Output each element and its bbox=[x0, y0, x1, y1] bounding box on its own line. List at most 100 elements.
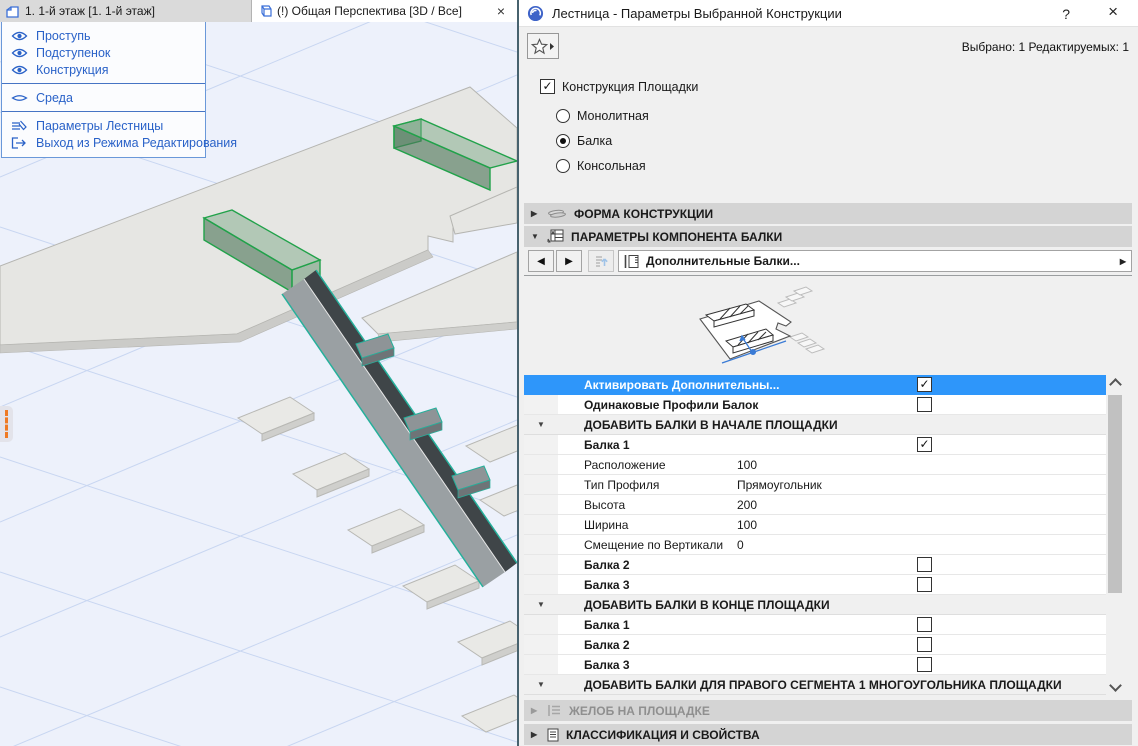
eye-icon bbox=[11, 48, 28, 57]
archicad-logo-icon bbox=[527, 5, 544, 21]
3d-viewport[interactable]: 1. 1-й этаж [1. 1-й этаж] (!) Общая Перс… bbox=[0, 0, 517, 746]
row-label: Тип Профиля bbox=[584, 477, 660, 492]
palette-item-environment[interactable]: Среда bbox=[2, 89, 205, 106]
exit-icon bbox=[11, 136, 26, 149]
favorites-button[interactable] bbox=[527, 33, 559, 59]
next-component-button[interactable]: ▶ bbox=[556, 250, 582, 272]
table-row[interactable]: Расположение 100 bbox=[524, 455, 1106, 475]
star-icon bbox=[531, 37, 548, 54]
row-value[interactable]: 100 bbox=[737, 518, 757, 532]
table-row[interactable]: Балка 2 bbox=[524, 555, 1106, 575]
palette-item-structure[interactable]: Конструкция bbox=[2, 61, 205, 78]
tab-floor-plan[interactable]: 1. 1-й этаж [1. 1-й этаж] bbox=[0, 0, 252, 22]
row-checkbox[interactable] bbox=[917, 557, 932, 572]
close-button[interactable]: × bbox=[1102, 2, 1124, 22]
palette-dock-handle[interactable] bbox=[0, 406, 13, 442]
row-gutter bbox=[524, 615, 558, 634]
row-checkbox[interactable] bbox=[917, 617, 932, 632]
table-row[interactable]: Балка 3 bbox=[524, 575, 1106, 595]
row-value[interactable]: Прямоугольник bbox=[737, 478, 822, 492]
table-row[interactable]: Высота 200 bbox=[524, 495, 1106, 515]
radio-circle[interactable] bbox=[556, 159, 570, 173]
radio-circle[interactable] bbox=[556, 134, 570, 148]
table-row[interactable]: Балка 2 bbox=[524, 635, 1106, 655]
row-checkbox[interactable]: ✓ bbox=[917, 437, 932, 452]
row-checkbox[interactable] bbox=[917, 397, 932, 412]
landing-structure-label: Конструкция Площадки bbox=[562, 79, 699, 94]
section-beam-parameters[interactable]: ▼ ПАРАМЕТРЫ КОМПОНЕНТА БАЛКИ bbox=[524, 226, 1132, 247]
table-row[interactable]: Балка 1 bbox=[524, 615, 1106, 635]
row-checkbox[interactable] bbox=[917, 637, 932, 652]
row-label: Балка 2 bbox=[584, 637, 630, 652]
row-value[interactable]: 0 bbox=[737, 538, 744, 552]
radio-label: Монолитная bbox=[577, 109, 649, 123]
expander-collapsed-icon: ▶ bbox=[531, 706, 538, 715]
help-button[interactable]: ? bbox=[1056, 4, 1076, 24]
section-classification[interactable]: ▶ КЛАССИФИКАЦИЯ И СВОЙСТВА bbox=[524, 724, 1132, 745]
row-checkbox[interactable]: ✓ bbox=[917, 377, 932, 392]
palette-item-tread[interactable]: Проступь bbox=[2, 27, 205, 44]
separator-line bbox=[524, 275, 1132, 276]
row-label: ДОБАВИТЬ БАЛКИ В НАЧАЛЕ ПЛОЩАДКИ bbox=[584, 417, 838, 432]
palette-item-label: Подступенок bbox=[36, 45, 111, 60]
selection-status: Выбрано: 1 Редактируемых: 1 bbox=[961, 40, 1129, 54]
stair-settings-icon bbox=[12, 120, 27, 130]
palette-item-exit-edit-mode[interactable]: Выход из Режима Редактирования bbox=[2, 134, 237, 151]
section-structure-form[interactable]: ▶ ФОРМА КОНСТРУКЦИИ bbox=[524, 203, 1132, 224]
table-row[interactable]: Тип Профиля Прямоугольник bbox=[524, 475, 1106, 495]
3d-box-icon bbox=[261, 5, 272, 17]
row-label: Балка 1 bbox=[584, 617, 630, 632]
row-gutter bbox=[524, 435, 558, 454]
scroll-down-icon[interactable] bbox=[1109, 679, 1122, 692]
table-row[interactable]: ▼ ДОБАВИТЬ БАЛКИ В НАЧАЛЕ ПЛОЩАДКИ bbox=[524, 415, 1106, 435]
radio-cantilevered[interactable]: Консольная bbox=[556, 159, 646, 173]
radio-beam[interactable]: Балка bbox=[556, 134, 612, 148]
expander-expanded-icon: ▼ bbox=[531, 232, 539, 241]
row-label: ДОБАВИТЬ БАЛКИ В КОНЦЕ ПЛОЩАДКИ bbox=[584, 597, 830, 612]
scroll-up-icon[interactable] bbox=[1109, 378, 1122, 391]
table-row[interactable]: Балка 1 ✓ bbox=[524, 435, 1106, 455]
palette-item-stair-settings[interactable]: Параметры Лестницы bbox=[2, 117, 205, 134]
table-row[interactable]: ▼ ДОБАВИТЬ БАЛКИ В КОНЦЕ ПЛОЩАДКИ bbox=[524, 595, 1106, 615]
section-landing-gutter[interactable]: ▶ ЖЕЛОБ НА ПЛОЩАДКЕ bbox=[524, 700, 1132, 721]
table-row[interactable]: Балка 3 bbox=[524, 655, 1106, 675]
expander-collapsed-icon: ▶ bbox=[531, 209, 538, 218]
table-row[interactable]: Ширина 100 bbox=[524, 515, 1106, 535]
row-value[interactable]: 100 bbox=[737, 458, 757, 472]
table-row[interactable]: Смещение по Вертикали 0 bbox=[524, 535, 1106, 555]
table-row[interactable]: Активировать Дополнительны... ✓ bbox=[524, 375, 1106, 395]
radio-monolithic[interactable]: Монолитная bbox=[556, 109, 649, 123]
table-row[interactable]: ▼ ДОБАВИТЬ БАЛКИ ДЛЯ ПРАВОГО СЕГМЕНТА 1 М… bbox=[524, 675, 1106, 695]
table-scrollbar[interactable] bbox=[1107, 375, 1123, 695]
prev-component-button[interactable]: ◀ bbox=[528, 250, 554, 272]
row-label: Балка 3 bbox=[584, 657, 630, 672]
eye-closed-icon bbox=[11, 94, 28, 101]
group-expander-icon[interactable]: ▼ bbox=[524, 415, 558, 434]
row-label: Балка 1 bbox=[584, 437, 630, 452]
landing-structure-checkbox[interactable]: ✓ bbox=[540, 79, 555, 94]
row-gutter bbox=[524, 375, 558, 394]
dialog-title: Лестница - Параметры Выбранной Конструкц… bbox=[552, 5, 842, 21]
palette-item-riser[interactable]: Подступенок bbox=[2, 44, 205, 61]
group-expander-icon[interactable]: ▼ bbox=[524, 595, 558, 614]
palette-item-label: Среда bbox=[36, 90, 73, 105]
section-label: ЖЕЛОБ НА ПЛОЩАДКЕ bbox=[569, 703, 710, 718]
flyout-arrow-icon bbox=[550, 42, 554, 50]
row-gutter bbox=[524, 555, 558, 574]
params-table: Активировать Дополнительны... ✓ Одинаковые… bbox=[524, 375, 1106, 695]
table-row[interactable]: Одинаковые Профили Балок bbox=[524, 395, 1106, 415]
transfer-settings-button[interactable] bbox=[588, 250, 614, 272]
eye-icon bbox=[11, 31, 28, 40]
row-checkbox[interactable] bbox=[917, 577, 932, 592]
tab-close-icon[interactable]: × bbox=[491, 3, 511, 19]
row-checkbox[interactable] bbox=[917, 657, 932, 672]
nav-left-icon: ◀ bbox=[537, 255, 545, 267]
scrollbar-thumb[interactable] bbox=[1108, 395, 1122, 593]
row-value[interactable]: 200 bbox=[737, 498, 757, 512]
group-expander-icon[interactable]: ▼ bbox=[524, 675, 558, 694]
beam-group-dropdown[interactable]: Дополнительные Балки... ▶ bbox=[618, 250, 1132, 272]
tab-perspective[interactable]: (!) Общая Перспектива [3D / Все] × bbox=[252, 0, 517, 22]
palette-item-label: Выход из Режима Редактирования bbox=[36, 135, 238, 150]
radio-circle[interactable] bbox=[556, 109, 570, 123]
expander-collapsed-icon: ▶ bbox=[531, 730, 538, 739]
